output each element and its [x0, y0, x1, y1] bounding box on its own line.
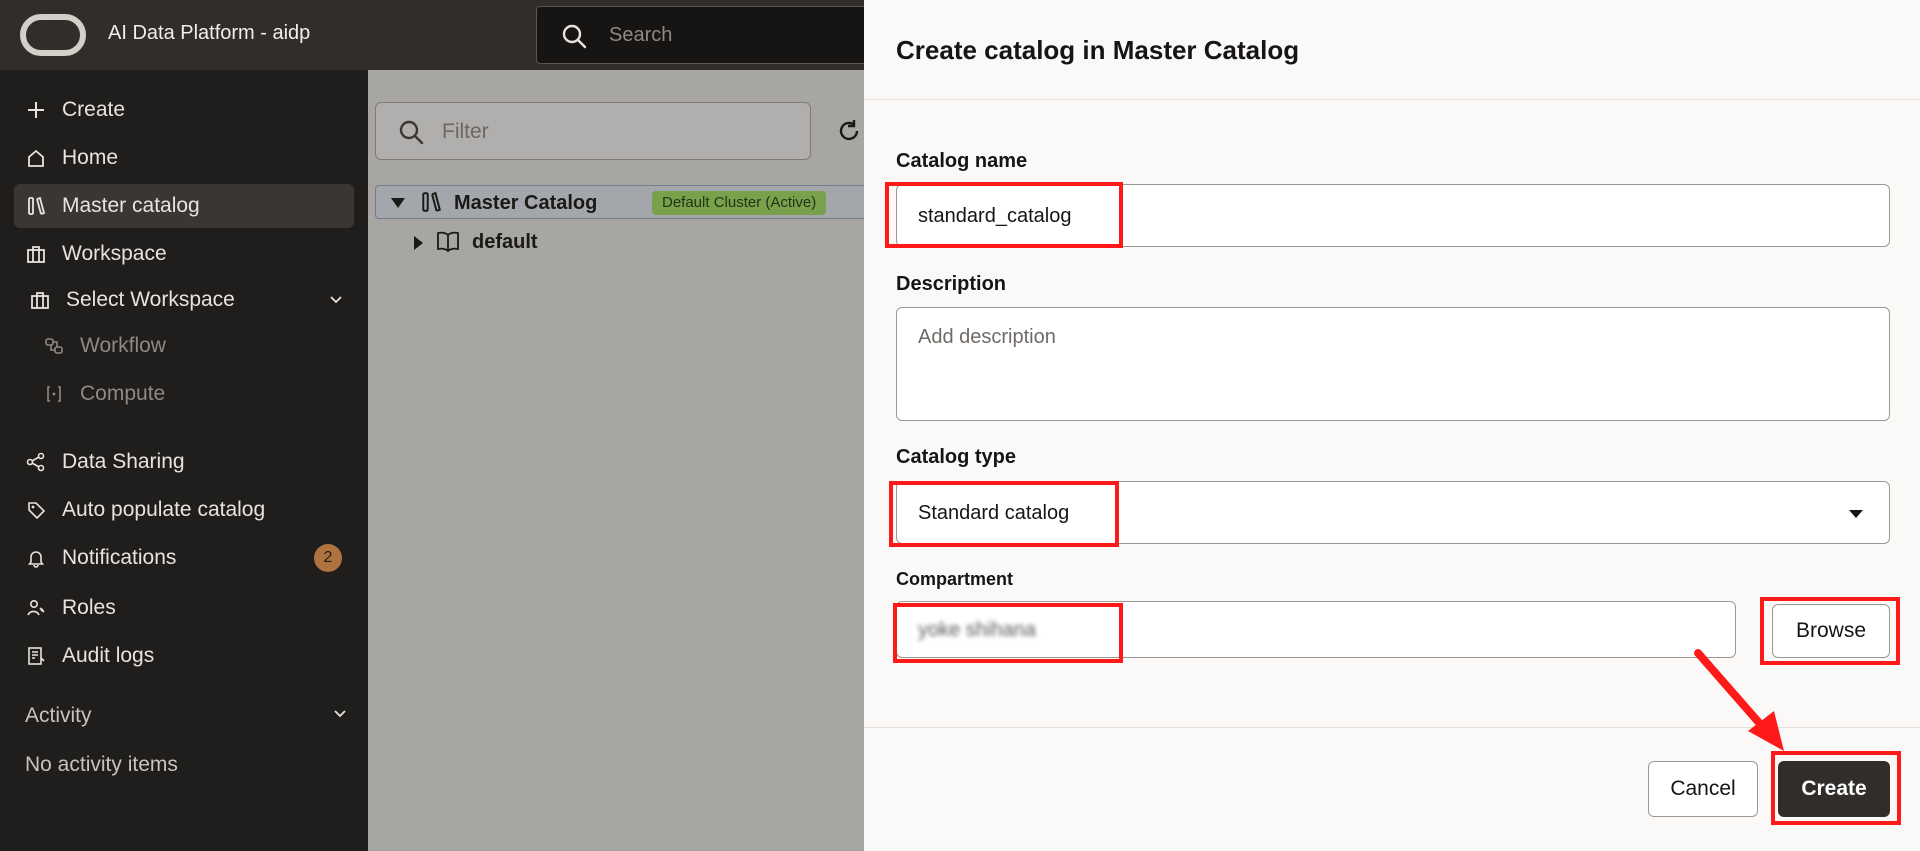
search-icon — [562, 24, 587, 49]
tag-icon — [24, 498, 48, 522]
status-badge: Default Cluster (Active) — [652, 191, 827, 215]
create-button[interactable]: Create — [1778, 761, 1890, 817]
notification-count-badge: 2 — [314, 544, 342, 572]
dialog-title: Create catalog in Master Catalog — [896, 35, 1300, 65]
roles-icon — [24, 596, 48, 620]
catalog-type-value: Standard catalog — [918, 502, 1070, 524]
tree-label: Master Catalog — [454, 192, 598, 214]
sidebar-item-workflow: Workflow — [14, 324, 354, 368]
audit-icon — [24, 644, 48, 668]
cancel-button[interactable]: Cancel — [1648, 761, 1758, 817]
sidebar-item-label: Workspace — [62, 242, 167, 265]
sidebar-item-label: Workflow — [80, 334, 166, 357]
search-placeholder: Search — [609, 24, 673, 46]
tree-item-default[interactable]: default — [408, 225, 608, 259]
activity-section-title[interactable]: Activity — [25, 704, 92, 728]
caret-down-icon[interactable] — [390, 196, 406, 210]
description-label: Description — [896, 273, 1007, 295]
sidebar-item-home[interactable]: Home — [14, 136, 354, 180]
search-icon — [399, 120, 424, 145]
share-icon — [24, 450, 48, 474]
compartment-input[interactable]: yoke shihana — [896, 601, 1736, 658]
sidebar-item-label: Roles — [62, 596, 116, 619]
sidebar-item-roles[interactable]: Roles — [14, 586, 354, 630]
sidebar-item-compute: Compute — [14, 372, 354, 416]
annotation-arrow-icon — [1694, 649, 1784, 751]
description-textarea[interactable]: Add description — [896, 307, 1890, 421]
sidebar-item-data-sharing[interactable]: Data Sharing — [14, 440, 354, 484]
sidebar-item-label: Master catalog — [62, 194, 200, 217]
sidebar-item-label: Notifications — [62, 546, 177, 569]
search-input[interactable]: Search — [536, 6, 876, 64]
catalog-name-label: Catalog name — [896, 150, 1028, 172]
workspace-icon — [24, 242, 48, 266]
filter-input[interactable]: Filter — [375, 102, 811, 160]
bell-icon — [24, 546, 48, 570]
tree-label: default — [472, 231, 538, 253]
sidebar-item-label: Select Workspace — [66, 288, 235, 311]
compute-icon — [42, 382, 66, 406]
book-icon — [437, 231, 459, 252]
catalog-name-value: standard_catalog — [918, 205, 1072, 227]
books-icon — [24, 194, 48, 218]
plus-icon — [24, 98, 48, 122]
sidebar-item-create[interactable]: Create — [14, 88, 354, 132]
sidebar: Create Home Master catalog Workspace Sel… — [0, 70, 368, 851]
sidebar-item-master-catalog[interactable]: Master catalog — [14, 184, 354, 228]
main-content: Filter Master Catalog Default Cluster (A… — [368, 70, 871, 851]
sidebar-item-select-workspace[interactable]: Select Workspace — [14, 278, 354, 322]
home-icon — [24, 146, 48, 170]
oracle-logo-icon[interactable] — [20, 14, 86, 56]
sidebar-item-label: Auto populate catalog — [62, 498, 266, 521]
filter-placeholder: Filter — [442, 120, 489, 143]
description-placeholder: Add description — [918, 326, 1056, 348]
sidebar-item-label: Create — [62, 98, 126, 121]
tree-item-master-catalog[interactable]: Master Catalog Default Cluster (Active) — [375, 185, 871, 219]
sidebar-item-audit-logs[interactable]: Audit logs — [14, 634, 354, 678]
sidebar-item-workspace[interactable]: Workspace — [14, 232, 354, 276]
sidebar-item-notifications[interactable]: Notifications 2 — [14, 536, 354, 580]
workspace-icon — [28, 288, 52, 312]
catalog-name-input[interactable]: standard_catalog — [896, 184, 1890, 247]
workflow-icon — [42, 334, 66, 358]
sidebar-item-auto-populate[interactable]: Auto populate catalog — [14, 488, 354, 532]
compartment-value: yoke shihana — [918, 619, 1036, 641]
sidebar-item-label: Home — [62, 146, 119, 169]
compartment-label: Compartment — [896, 569, 1014, 589]
chevron-down-icon — [330, 296, 342, 304]
sidebar-item-label: Audit logs — [62, 644, 155, 667]
sidebar-item-label: Compute — [80, 382, 166, 405]
activity-empty-text: No activity items — [25, 753, 178, 776]
chevron-down-icon[interactable] — [332, 706, 348, 722]
dialog-header: Create catalog in Master Catalog — [864, 0, 1920, 100]
refresh-icon[interactable] — [836, 118, 862, 144]
books-icon — [422, 191, 441, 212]
catalog-type-label: Catalog type — [896, 446, 1017, 468]
app-title: AI Data Platform - aidp — [108, 22, 311, 44]
catalog-type-select[interactable]: Standard catalog — [896, 481, 1890, 544]
caret-down-icon — [1849, 510, 1863, 518]
caret-right-icon[interactable] — [412, 235, 424, 251]
sidebar-item-label: Data Sharing — [62, 450, 185, 473]
